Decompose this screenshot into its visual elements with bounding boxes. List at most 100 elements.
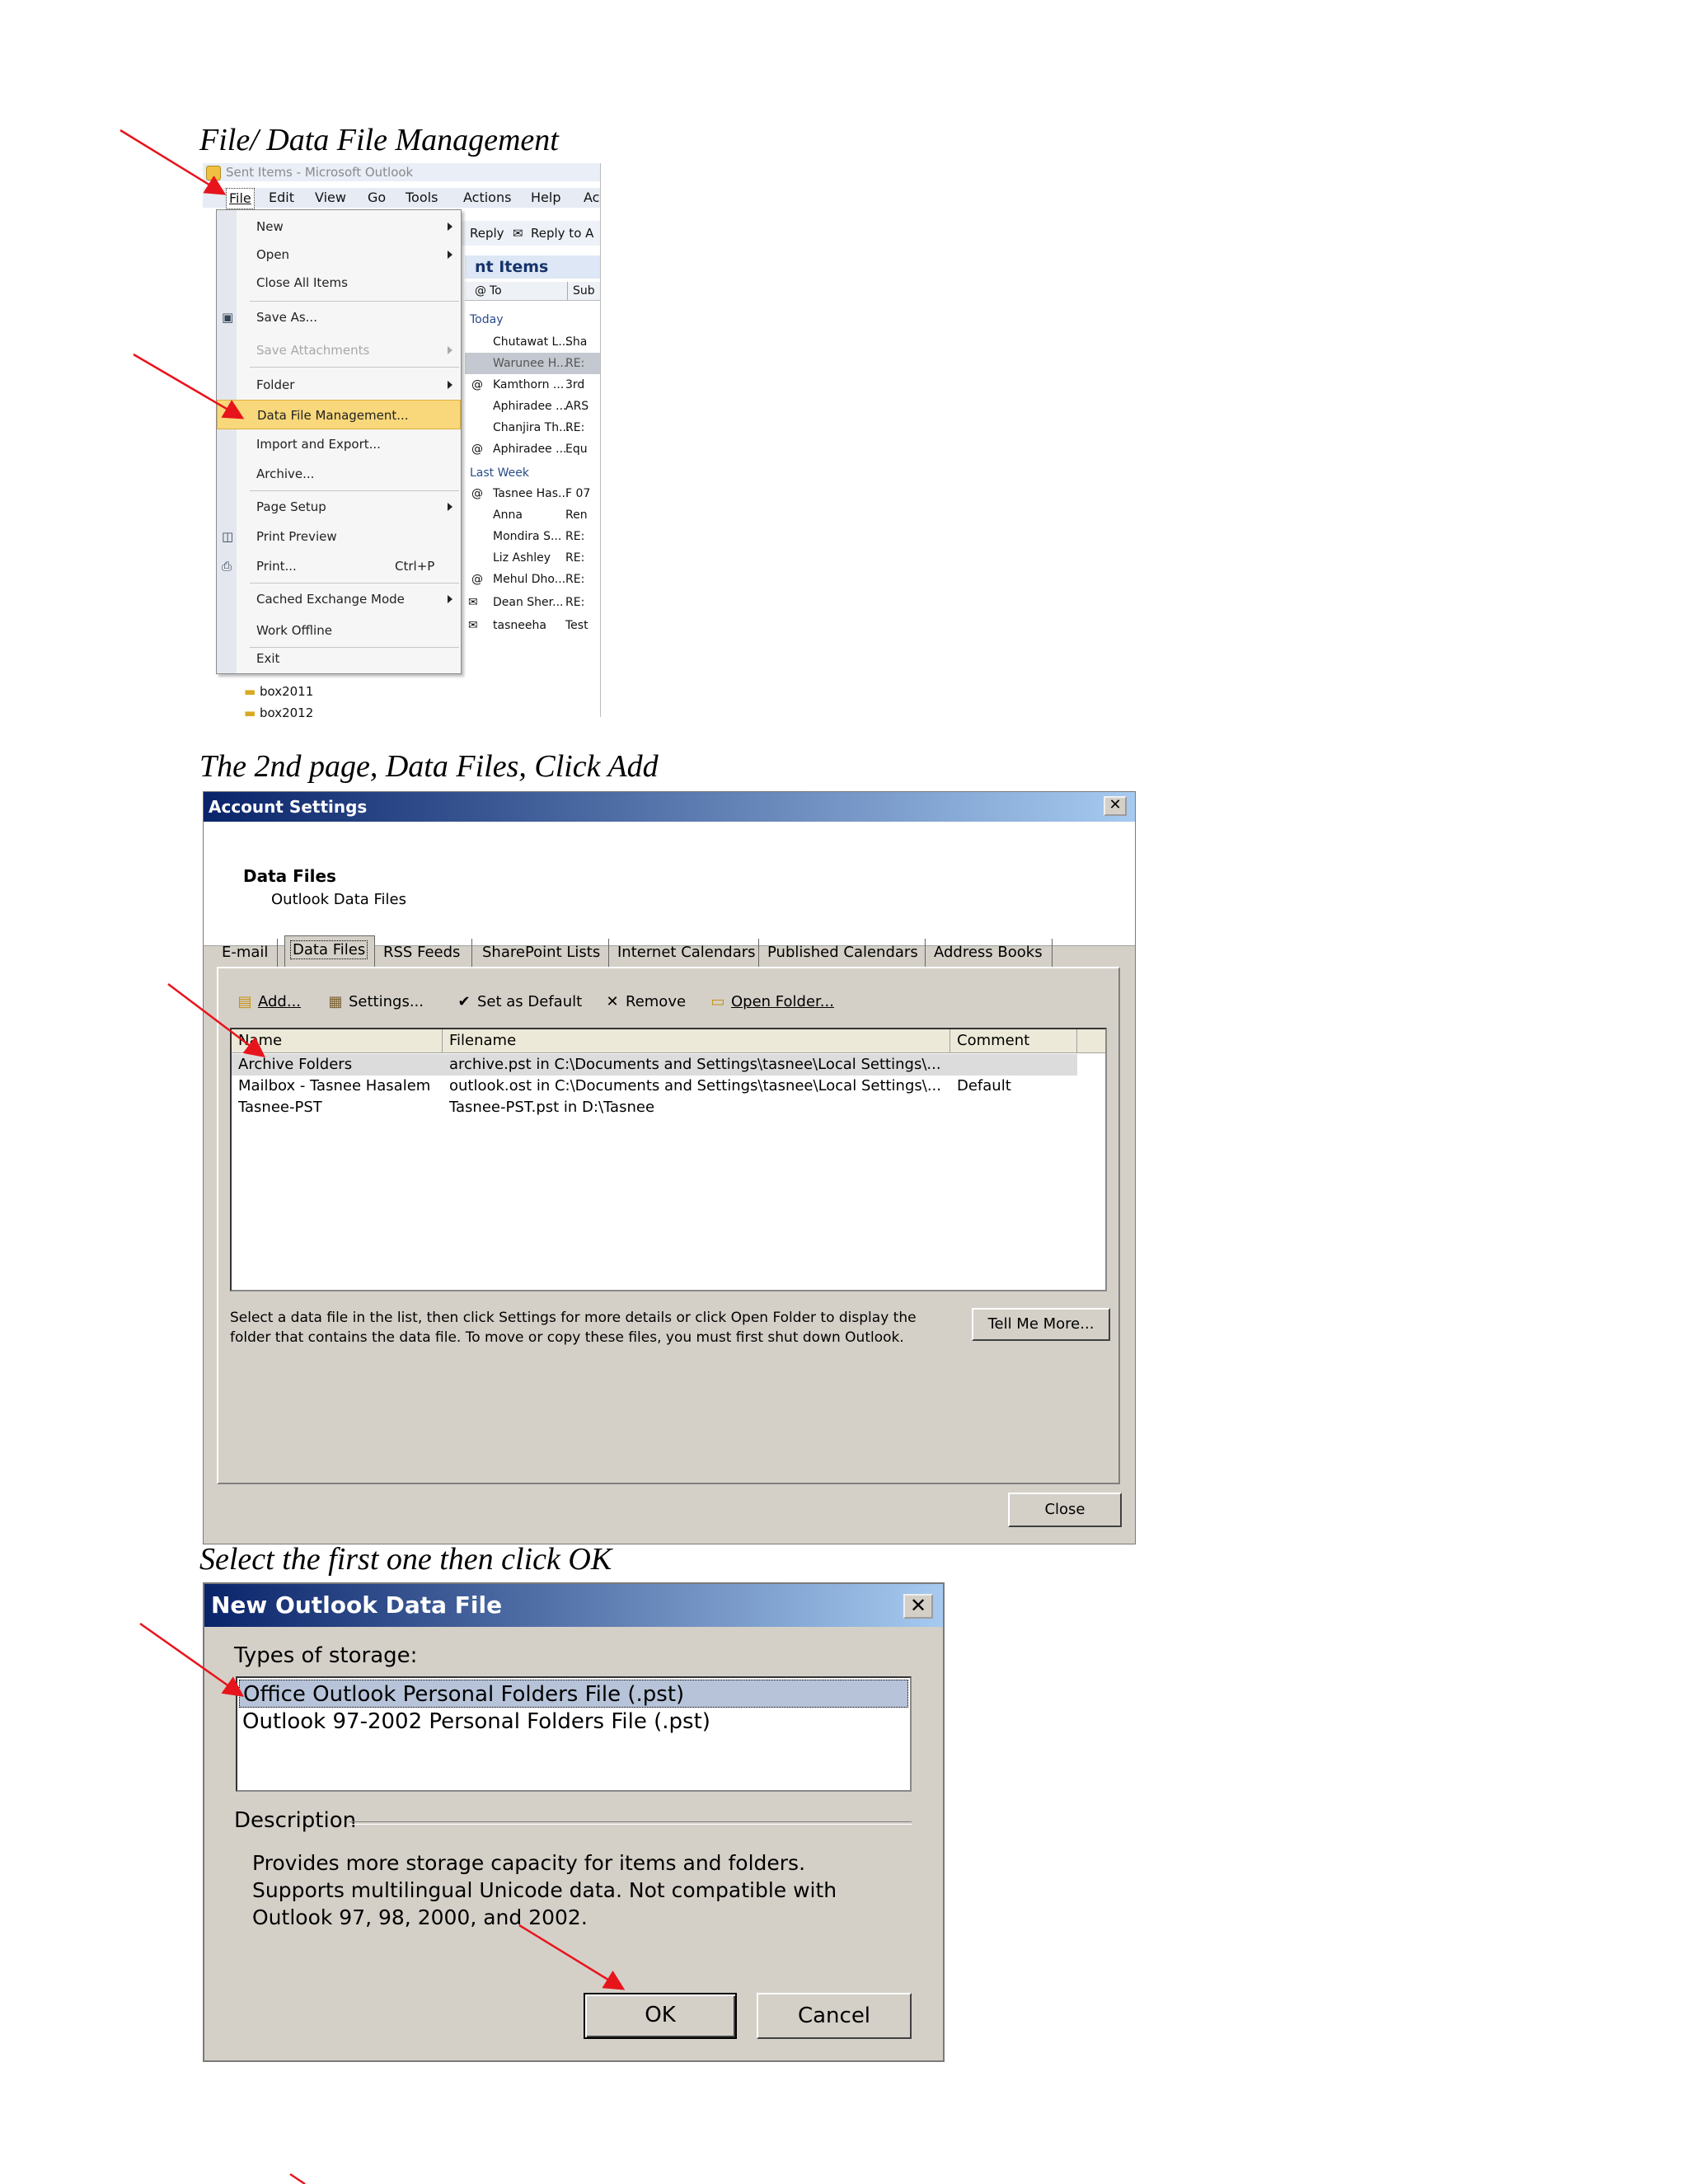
menu-item-new[interactable]: New xyxy=(217,212,461,241)
paperclip-icon: @ xyxy=(471,443,483,456)
submenu-arrow-icon xyxy=(448,346,452,354)
reply-button[interactable]: Reply xyxy=(470,221,504,246)
save-icon: ▣ xyxy=(222,310,234,325)
outlook-menubar: File Edit View Go Tools Actions Help Ac xyxy=(203,188,600,209)
close-icon[interactable]: ✕ xyxy=(1104,796,1127,816)
message-row[interactable]: @ Mehul Dho... RE: xyxy=(465,569,600,590)
list-item[interactable]: Archive Folders archive.pst in C:\Docume… xyxy=(232,1054,1077,1076)
folder-item[interactable]: ▬ box2012 xyxy=(244,705,313,717)
menu-item-save-as[interactable]: ▣ Save As... xyxy=(217,302,461,332)
outlook-app-icon xyxy=(206,166,221,180)
menu-edit[interactable]: Edit xyxy=(269,188,294,208)
menu-item-close-all[interactable]: Close All Items xyxy=(217,268,461,298)
reply-all-button[interactable]: Reply to A xyxy=(531,221,593,246)
column-filename[interactable]: Filename xyxy=(443,1029,950,1052)
menu-separator xyxy=(250,367,459,368)
folder-icon: ▬ xyxy=(244,684,256,699)
list-item[interactable]: Tasnee-PST Tasnee-PST.pst in D:\Tasnee xyxy=(232,1097,1105,1118)
tab-address-books[interactable]: Address Books xyxy=(929,939,1053,967)
add-file-icon: ▤ xyxy=(237,993,252,1010)
open-folder-button[interactable]: ▭ Open Folder... xyxy=(708,988,833,1016)
settings-button[interactable]: ▦ Settings... xyxy=(326,988,424,1016)
data-files-list[interactable]: Name Filename Comment Archive Folders ar… xyxy=(230,1028,1107,1291)
menu-actions[interactable]: Actions xyxy=(463,188,511,208)
list-item[interactable]: Mailbox - Tasnee Hasalem outlook.ost in … xyxy=(232,1076,1105,1097)
tab-published-calendars[interactable]: Published Calendars xyxy=(762,939,926,967)
set-default-button[interactable]: ✔ Set as Default xyxy=(454,988,582,1016)
message-row[interactable]: @ Aphiradee ... Equ xyxy=(465,438,600,460)
folder-list: ▬ box2011 ▬ box2012 xyxy=(203,674,401,717)
remove-x-icon: ✕ xyxy=(606,993,619,1010)
menu-go[interactable]: Go xyxy=(368,188,386,208)
outlook-toolbar: Reply ✉ Reply to A xyxy=(458,221,600,246)
menu-more[interactable]: Ac xyxy=(584,188,599,208)
add-button[interactable]: ▤ Add... xyxy=(235,988,301,1016)
message-row[interactable]: @ Kamthorn ... 3rd xyxy=(465,374,600,396)
message-row[interactable]: @ Tasnee Has... F 07 xyxy=(465,483,600,504)
storage-type-option[interactable]: Outlook 97-2002 Personal Folders File (.… xyxy=(239,1708,908,1736)
message-row[interactable]: Warunee H... RE: xyxy=(465,353,600,374)
menu-tools[interactable]: Tools xyxy=(406,188,438,208)
menu-help[interactable]: Help xyxy=(531,188,560,208)
menu-item-folder[interactable]: Folder xyxy=(217,370,461,400)
close-icon[interactable]: ✕ xyxy=(903,1594,933,1619)
dialog-header: Data Files Outlook Data Files xyxy=(204,822,1135,946)
message-row[interactable]: Anna Ren xyxy=(465,504,600,526)
folder-icon: ▬ xyxy=(244,705,256,717)
folder-item[interactable]: ▬ box2011 xyxy=(244,684,313,699)
tab-rss-feeds[interactable]: RSS Feeds xyxy=(378,939,472,967)
menu-item-work-offline[interactable]: Work Offline xyxy=(217,616,461,645)
arrow-partial-bottom xyxy=(289,2172,306,2184)
message-row[interactable]: Chanjira Th... RE: xyxy=(465,417,600,438)
file-menu: New Open Close All Items ▣ Save As... Sav… xyxy=(216,209,462,674)
storage-type-list[interactable]: Office Outlook Personal Folders File (.p… xyxy=(236,1676,912,1792)
tab-sharepoint-lists[interactable]: SharePoint Lists xyxy=(477,939,609,967)
column-comment[interactable]: Comment xyxy=(950,1029,1077,1052)
message-row[interactable]: ✉ Dean Sher... RE: xyxy=(465,592,600,613)
tab-data-files[interactable]: Data Files xyxy=(284,935,375,967)
group-last-week[interactable]: Last Week xyxy=(470,466,529,480)
menu-file[interactable]: File xyxy=(226,188,255,209)
submenu-arrow-icon xyxy=(448,595,452,603)
attachment-column-icon: @ xyxy=(475,284,486,298)
printer-icon: ⎙ xyxy=(222,559,232,574)
remove-button[interactable]: ✕ Remove xyxy=(603,988,686,1016)
new-data-file-title-bar: New Outlook Data File xyxy=(204,1584,943,1627)
tab-email[interactable]: E-mail xyxy=(217,939,278,967)
group-today[interactable]: Today xyxy=(470,313,504,326)
column-to[interactable]: To xyxy=(490,282,502,300)
menu-item-open[interactable]: Open xyxy=(217,240,461,269)
message-row[interactable]: Liz Ashley RE: xyxy=(465,547,600,569)
outlook-window-title: Sent Items - Microsoft Outlook xyxy=(226,165,414,180)
list-header: Name Filename Comment xyxy=(232,1029,1105,1053)
storage-type-option[interactable]: Office Outlook Personal Folders File (.p… xyxy=(239,1680,908,1708)
ok-button[interactable]: OK xyxy=(584,1993,737,2039)
pane-title: nt Items xyxy=(465,255,600,279)
menu-item-page-setup[interactable]: Page Setup xyxy=(217,492,461,522)
close-button[interactable]: Close xyxy=(1008,1493,1122,1527)
checkmark-icon: ✔ xyxy=(457,993,471,1010)
message-column-header: @ To Sub xyxy=(465,282,600,301)
menu-item-data-file-management[interactable]: Data File Management... xyxy=(217,400,461,429)
menu-item-import-export[interactable]: Import and Export... xyxy=(217,429,461,459)
cancel-button[interactable]: Cancel xyxy=(757,1993,912,2039)
menu-item-save-attachments: Save Attachments xyxy=(217,335,461,365)
column-subject[interactable]: Sub xyxy=(567,282,595,300)
menu-item-cached-exchange[interactable]: Cached Exchange Mode xyxy=(217,584,461,614)
menu-item-exit[interactable]: Exit xyxy=(217,644,461,673)
message-row[interactable]: ✉ tasneeha Test xyxy=(465,615,600,636)
message-list-pane: nt Items @ To Sub Today Chutawat L... Sha… xyxy=(465,255,600,717)
outlook-screenshot: Sent Items - Microsoft Outlook File Edit… xyxy=(203,163,601,717)
tab-internet-calendars[interactable]: Internet Calendars xyxy=(612,939,759,967)
account-settings-title-bar: Account Settings xyxy=(204,792,1135,822)
message-row[interactable]: Mondira S... RE: xyxy=(465,526,600,547)
submenu-arrow-icon xyxy=(448,503,452,511)
menu-item-print[interactable]: ⎙ Print... Ctrl+P xyxy=(217,551,461,581)
message-row[interactable]: Chutawat L... Sha xyxy=(465,331,600,353)
tell-me-more-button[interactable]: Tell Me More... xyxy=(972,1308,1110,1341)
message-row[interactable]: Aphiradee ... ARS xyxy=(465,396,600,417)
column-name[interactable]: Name xyxy=(232,1029,443,1052)
menu-item-print-preview[interactable]: ◫ Print Preview xyxy=(217,522,461,551)
menu-view[interactable]: View xyxy=(315,188,346,208)
menu-item-archive[interactable]: Archive... xyxy=(217,459,461,489)
